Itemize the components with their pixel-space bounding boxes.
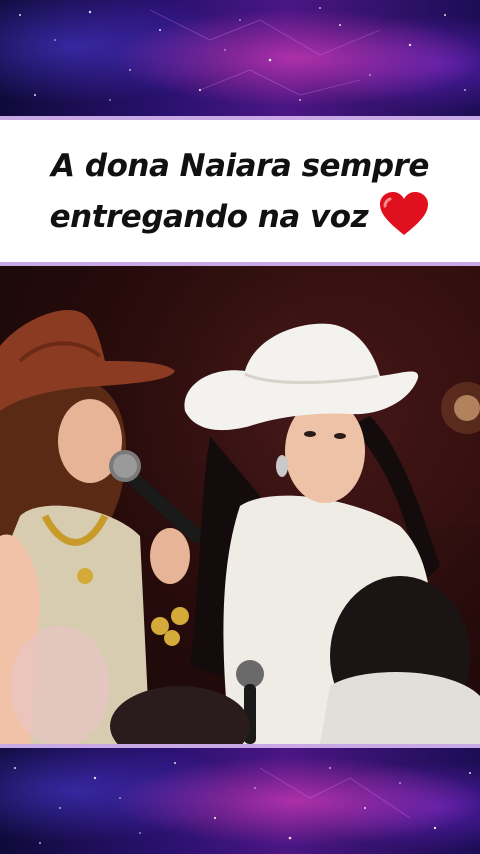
caption-line-1: A dona Naiara sempre — [51, 147, 429, 184]
heart-emoji-icon — [378, 191, 430, 242]
singers-illustration — [0, 266, 480, 744]
galaxy-background-bottom — [0, 748, 480, 854]
caption-text: A dona Naiara sempre entregando na voz — [50, 141, 431, 242]
video-frame: A dona Naiara sempre entregando na voz — [0, 0, 480, 854]
stage-photo — [0, 266, 480, 744]
caption-line-2-text: entregando na voz — [49, 198, 369, 235]
caption-line-2: entregando na voz — [50, 191, 431, 242]
stars-decoration-top — [19, 7, 466, 101]
caption-banner: A dona Naiara sempre entregando na voz — [0, 120, 480, 262]
galaxy-background-top — [0, 0, 480, 116]
stars-decoration-bottom — [14, 762, 471, 844]
